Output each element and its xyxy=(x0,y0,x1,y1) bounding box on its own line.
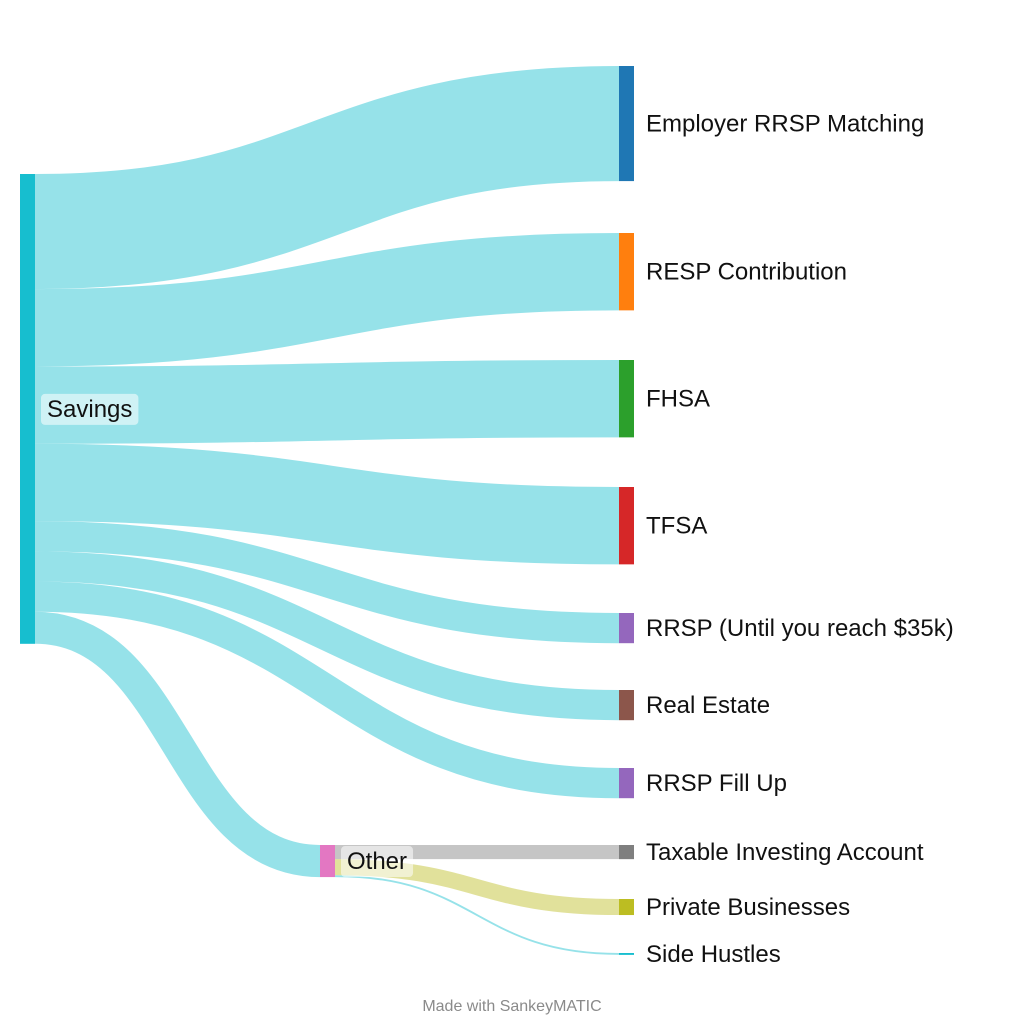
node-label-savings: Savings xyxy=(47,396,132,423)
node-label-employer-rrsp-matching: Employer RRSP Matching xyxy=(646,111,924,138)
node-tfsa[interactable] xyxy=(619,487,634,565)
footer-credit: Made with SankeyMATIC xyxy=(422,998,602,1015)
node-taxable-investing-account[interactable] xyxy=(619,845,634,860)
flow-savings-to-tfsa[interactable] xyxy=(34,443,620,565)
node-label-resp-contribution: RESP Contribution xyxy=(646,259,847,286)
node-label-rrsp-fill-up: RRSP Fill Up xyxy=(646,770,787,797)
node-label-tfsa: TFSA xyxy=(646,513,707,540)
node-real-estate[interactable] xyxy=(619,690,634,721)
sankey-diagram: Savings Employer RRSP Matching RESP Contri… xyxy=(20,66,954,968)
node-label-other: Other xyxy=(347,848,407,875)
node-label-real-estate: Real Estate xyxy=(646,692,770,719)
node-rrsp-until-you-reach-35k[interactable] xyxy=(619,613,634,644)
node-rrsp-fill-up[interactable] xyxy=(619,768,634,799)
node-resp-contribution[interactable] xyxy=(619,233,634,311)
node-label-private-businesses: Private Businesses xyxy=(646,894,850,921)
node-label-taxable-investing-account: Taxable Investing Account xyxy=(646,839,924,866)
node-fhsa[interactable] xyxy=(619,360,634,438)
node-label-side-hustles: Side Hustles xyxy=(646,941,781,968)
node-label-fhsa: FHSA xyxy=(646,386,710,413)
node-other[interactable] xyxy=(320,845,335,878)
links-layer xyxy=(34,66,620,955)
node-label-rrsp-until-you-reach-35k: RRSP (Until you reach $35k) xyxy=(646,615,954,642)
flow-savings-to-employer-rrsp-matching[interactable] xyxy=(34,66,620,290)
node-savings[interactable] xyxy=(20,174,35,644)
node-employer-rrsp-matching[interactable] xyxy=(619,66,634,182)
node-private-businesses[interactable] xyxy=(619,899,634,916)
node-side-hustles[interactable] xyxy=(619,953,634,955)
